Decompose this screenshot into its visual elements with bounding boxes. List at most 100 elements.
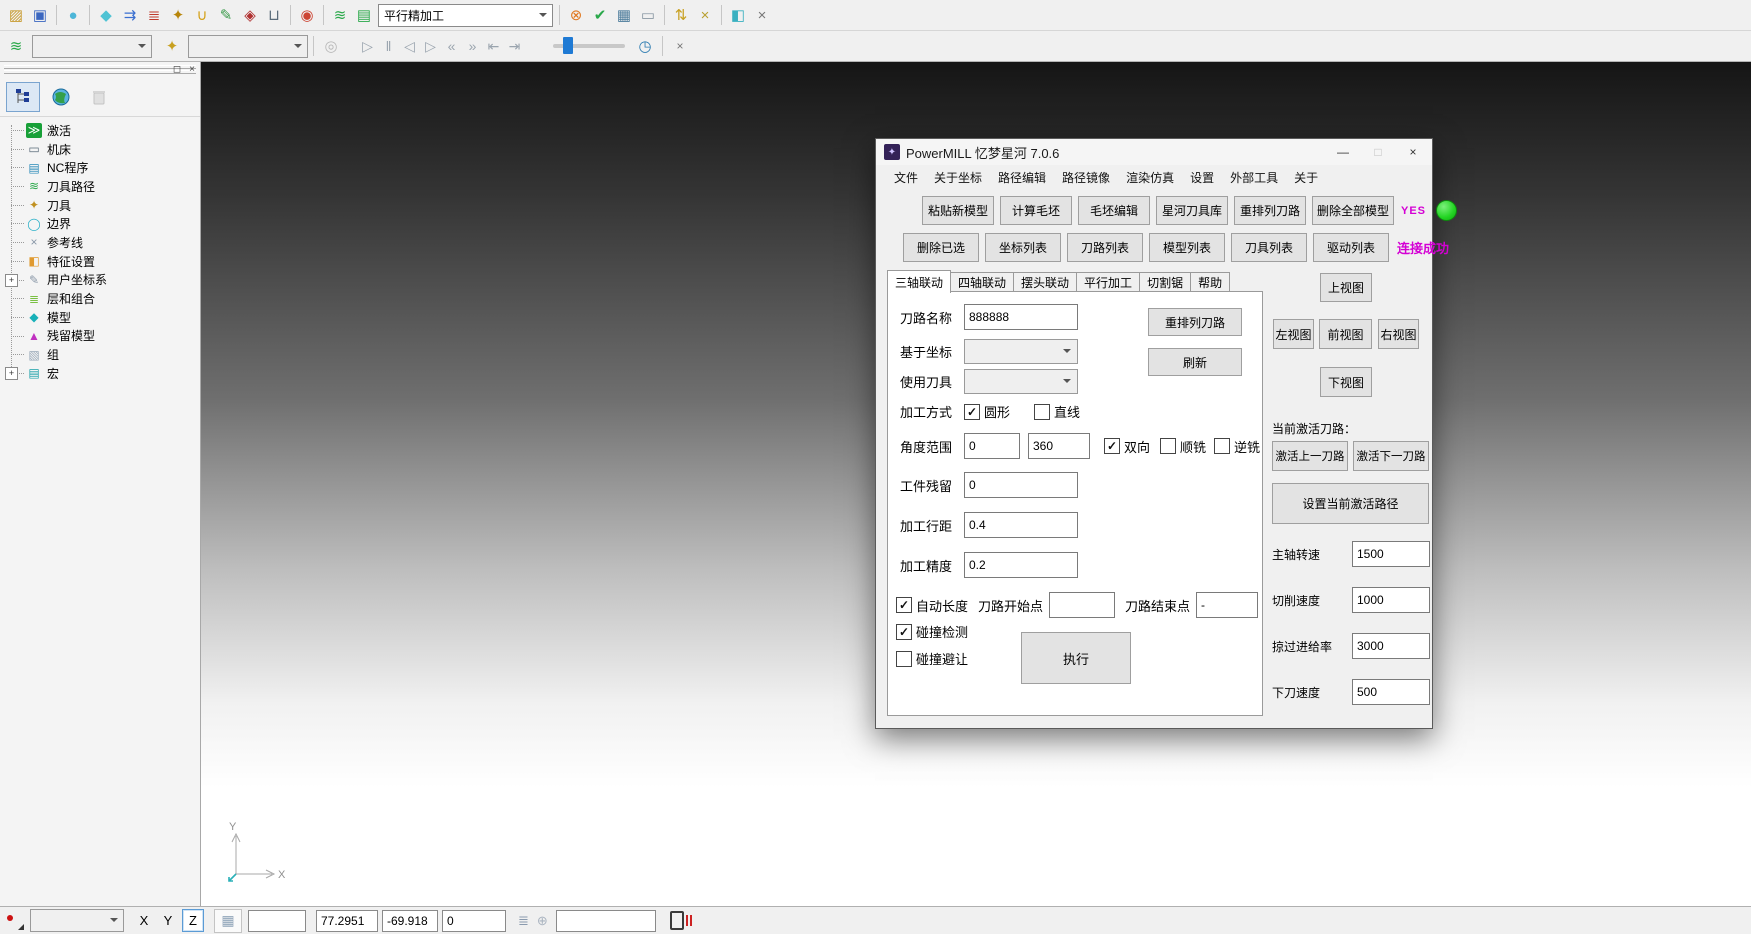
refresh-button[interactable]: 刷新 (1148, 348, 1242, 376)
simulate-icon[interactable]: ◉ (295, 3, 319, 27)
transform-icon[interactable]: × (693, 3, 717, 27)
axis-x-button[interactable]: X (134, 910, 154, 931)
tab[interactable]: 切割锯 (1140, 272, 1191, 292)
shaded-view-icon[interactable]: ● (61, 3, 85, 27)
pause-button[interactable]: ‖ (378, 35, 399, 57)
tree-item[interactable]: ≫ 激活 (0, 121, 200, 140)
tree-item[interactable]: ≋ 刀具路径 (0, 177, 200, 196)
coordinate-x-field[interactable] (316, 910, 378, 932)
menu-item[interactable]: 设置 (1182, 169, 1222, 186)
activate-next-toolpath-button[interactable]: 激活下一刀路 (1353, 441, 1429, 471)
go-to-end-button[interactable]: ⇥ (504, 35, 525, 57)
stepover-input[interactable] (964, 512, 1078, 538)
tree-item[interactable]: ✦ 刀具 (0, 196, 200, 215)
speed-input[interactable] (1352, 587, 1430, 613)
circle-checkbox[interactable]: ✓ (964, 404, 980, 420)
strategy-combo[interactable]: 平行精加工 (378, 4, 553, 27)
speed-input[interactable] (1352, 541, 1430, 567)
toolpath-name-input[interactable] (964, 304, 1078, 330)
status-blank-field-1[interactable] (248, 910, 306, 932)
strategy-list-icon[interactable]: ▤ (352, 3, 376, 27)
tab[interactable]: 三轴联动 (887, 270, 951, 293)
toolpath-select[interactable] (32, 35, 152, 58)
dialog-button[interactable]: 驱动列表 (1313, 233, 1389, 262)
dialog-button[interactable]: 删除已选 (903, 233, 979, 262)
status-blank-field-2[interactable] (556, 910, 656, 932)
probe-icon[interactable]: ⊕ (537, 913, 548, 929)
status-select[interactable] (30, 909, 124, 932)
tree-item[interactable]: ≣ 层和组合 (0, 289, 200, 308)
dialog-button[interactable]: 刀路列表 (1067, 233, 1143, 262)
panel-header[interactable]: ◻ × (0, 62, 200, 78)
block-icon[interactable]: ◆ (94, 3, 118, 27)
globe-view-button[interactable] (44, 82, 78, 112)
xyz-readout-icon[interactable]: ≣ (518, 913, 529, 929)
maximize-button[interactable]: □ (1361, 139, 1395, 164)
set-active-path-button[interactable]: 设置当前激活路径 (1272, 483, 1429, 524)
coord-select[interactable] (964, 339, 1078, 364)
menu-item[interactable]: 路径编辑 (990, 169, 1054, 186)
panel-close-icon[interactable]: × (186, 63, 198, 75)
speed-slider[interactable] (553, 44, 625, 48)
dialog-button[interactable]: 毛坯编辑 (1078, 196, 1150, 225)
dialog-button[interactable]: 星河刀具库 (1156, 196, 1228, 225)
step-back-button[interactable]: ◁ (399, 35, 420, 57)
curve-editor-icon[interactable]: ✎ (214, 3, 238, 27)
status-menu-button[interactable] (2, 910, 26, 932)
tool-select[interactable] (188, 35, 308, 58)
menu-item[interactable]: 文件 (886, 169, 926, 186)
tree-item[interactable]: ◆ 模型 (0, 308, 200, 327)
pattern-icon[interactable]: ◈ (238, 3, 262, 27)
recycle-bin-button[interactable] (82, 82, 116, 112)
collision-check-icon[interactable]: ∪ (190, 3, 214, 27)
climb-checkbox[interactable] (1160, 438, 1176, 454)
tool-select[interactable] (964, 369, 1078, 394)
stock-input[interactable] (964, 472, 1078, 498)
tab[interactable]: 摆头联动 (1014, 272, 1077, 292)
toolbar-close-icon[interactable]: × (750, 3, 774, 27)
dialog-button[interactable]: 刀具列表 (1231, 233, 1307, 262)
tree-item[interactable]: ▭ 机床 (0, 140, 200, 159)
go-to-start-button[interactable]: ⇤ (483, 35, 504, 57)
close-button[interactable]: × (1396, 139, 1430, 164)
tool-change-icon[interactable]: ⇅ (669, 3, 693, 27)
expand-toggle[interactable]: + (5, 274, 18, 287)
compare-models-icon[interactable]: ◧ (726, 3, 750, 27)
left-view-button[interactable]: 左视图 (1273, 319, 1314, 349)
coordinate-y-field[interactable] (382, 910, 438, 932)
coordinate-z-field[interactable] (442, 910, 506, 932)
top-view-button[interactable]: 上视图 (1320, 273, 1372, 302)
dialog-button[interactable]: 模型列表 (1149, 233, 1225, 262)
speed-input[interactable] (1352, 633, 1430, 659)
axis-y-button[interactable]: Y (158, 910, 178, 931)
front-view-button[interactable]: 前视图 (1319, 319, 1372, 349)
menu-item[interactable]: 关于坐标 (926, 169, 990, 186)
toolpath-icon[interactable]: ≋ (328, 3, 352, 27)
batch-check-icon[interactable]: ✔ (588, 3, 612, 27)
collision-avoid-checkbox[interactable] (896, 651, 912, 667)
menu-item[interactable]: 渲染仿真 (1118, 169, 1182, 186)
dialog-button[interactable]: 坐标列表 (985, 233, 1061, 262)
dialog-button[interactable]: 删除全部模型 (1312, 196, 1394, 225)
dialog-titlebar[interactable]: ✦ PowerMILL 忆梦星河 7.0.6 — □ × (876, 139, 1432, 165)
tab[interactable]: 平行加工 (1077, 272, 1140, 292)
menu-item[interactable]: 关于 (1286, 169, 1326, 186)
measure-icon[interactable]: ▭ (636, 3, 660, 27)
rewind-button[interactable]: « (441, 35, 462, 57)
activate-prev-toolpath-button[interactable]: 激活上一刀路 (1272, 441, 1348, 471)
open-file-icon[interactable]: ▨ (4, 3, 28, 27)
tool-holder-icon[interactable]: ⊔ (262, 3, 286, 27)
tab[interactable]: 四轴联动 (951, 272, 1014, 292)
angle-from-input[interactable] (964, 433, 1020, 459)
tree-item[interactable]: ▧ 组 (0, 345, 200, 364)
conventional-checkbox[interactable] (1214, 438, 1230, 454)
play-button[interactable]: ▷ (357, 35, 378, 57)
lightbulb-icon[interactable]: ◎ (319, 34, 343, 58)
tool-icon[interactable]: ✦ (166, 3, 190, 27)
line-checkbox[interactable] (1034, 404, 1050, 420)
dialog-button[interactable]: 粘贴新模型 (922, 196, 994, 225)
start-point-input[interactable] (1049, 592, 1115, 618)
bottom-view-button[interactable]: 下视图 (1320, 367, 1372, 397)
tree-item[interactable]: + ✎ 用户坐标系 (0, 271, 200, 290)
clock-icon[interactable]: ◷ (633, 34, 657, 58)
